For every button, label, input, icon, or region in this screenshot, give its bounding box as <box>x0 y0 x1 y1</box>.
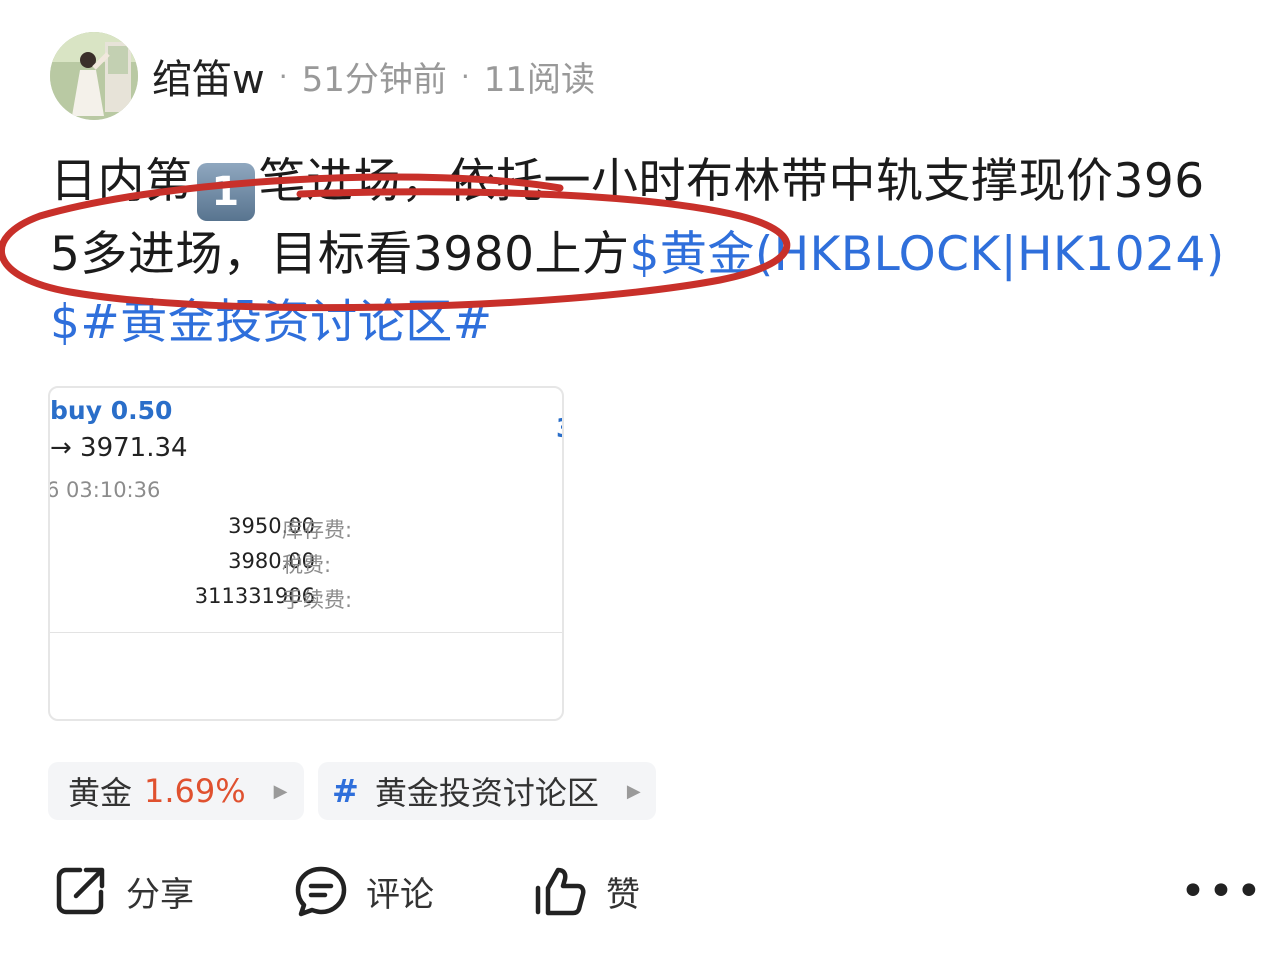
trade-screenshot-card[interactable]: buy 0.50 → 3971.34 6 03:10:36 3950.00 库存… <box>48 386 564 721</box>
detail-label: 库存费: <box>282 518 353 542</box>
author-name[interactable]: 绾笛w <box>152 47 265 105</box>
post-time: 51分钟前 <box>301 59 447 100</box>
meta-separator: · <box>278 59 288 93</box>
detail-row: 311331906 手续费: <box>50 584 410 614</box>
comment-button[interactable]: 评论 <box>294 862 434 920</box>
chevron-right-icon: ▶ <box>626 780 641 802</box>
cropped-glyph: 3 <box>556 414 562 444</box>
share-icon <box>56 867 105 915</box>
detail-label: 税费: <box>282 553 332 577</box>
detail-label: 手续费: <box>282 588 353 612</box>
topic-tag-name: 黄金投资讨论区 <box>374 774 599 812</box>
order-type: buy 0.50 <box>50 396 173 425</box>
share-button[interactable]: 分享 <box>54 862 194 920</box>
more-options-icon[interactable]: ••• <box>1180 870 1264 914</box>
hash-icon: # <box>332 772 359 810</box>
keycap-one-emoji: 1 <box>196 163 255 221</box>
avatar-image <box>50 32 138 120</box>
thumbs-up-icon <box>535 867 586 916</box>
detail-row: 3980.00 税费: <box>50 549 410 579</box>
comment-icon <box>295 866 347 917</box>
stock-tag-name: 黄金 <box>68 774 133 812</box>
like-label: 赞 <box>606 874 640 915</box>
avatar[interactable] <box>50 32 138 120</box>
price-change: → 3971.34 <box>50 433 188 463</box>
divider <box>50 632 562 633</box>
detail-row: 3950.00 库存费: <box>50 514 410 544</box>
topic-link[interactable]: #黄金投资讨论区# <box>80 295 492 350</box>
order-timestamp: 6 03:10:36 <box>48 478 161 502</box>
post-header: 绾笛w · 51分钟前 · 11阅读 <box>50 32 595 120</box>
stock-tag-change: 1.69% <box>144 772 246 810</box>
like-button[interactable]: 赞 <box>534 862 640 920</box>
meta-separator: · <box>460 59 470 93</box>
stock-tag[interactable]: 黄金 1.69% ▶ <box>48 762 304 820</box>
post-text: 日内第 <box>50 154 193 209</box>
share-label: 分享 <box>126 874 194 915</box>
post-body: 日内第 1 笔进场，依托一小时布林带中轨支撑现价3965多进场，目标看3980上方$… <box>50 148 1230 357</box>
chevron-right-icon: ▶ <box>273 780 288 802</box>
comment-label: 评论 <box>366 874 434 915</box>
read-count: 11阅读 <box>483 59 596 100</box>
topic-tag[interactable]: # 黄金投资讨论区 ▶ <box>318 762 656 820</box>
